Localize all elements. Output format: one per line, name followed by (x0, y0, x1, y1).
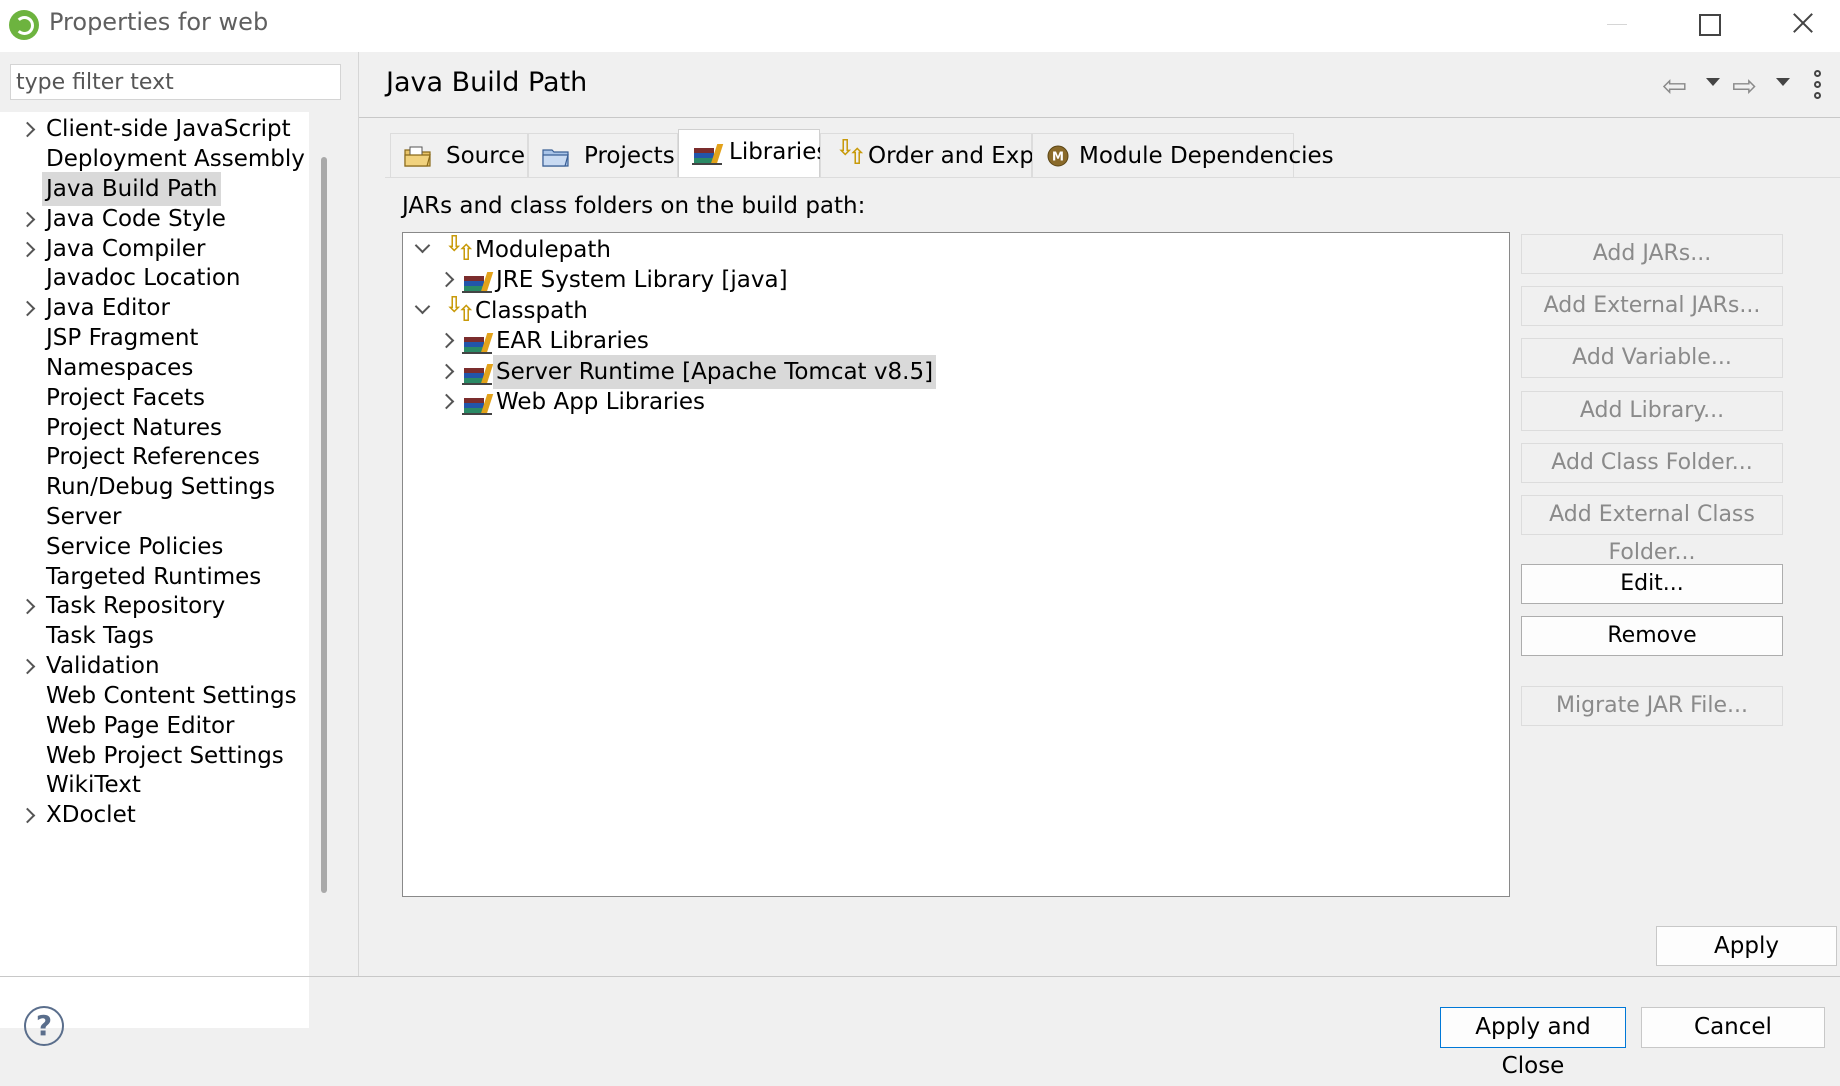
nav-item-service-policies[interactable]: Service Policies (0, 530, 300, 564)
chevron-right-icon[interactable] (19, 658, 36, 675)
view-menu-icon[interactable] (1814, 70, 1822, 100)
apply-button[interactable]: Apply (1656, 926, 1837, 966)
add-external-jars-button[interactable]: Add External JARs... (1521, 286, 1783, 326)
classpath-icon: ⇩ ⇧ (445, 293, 476, 327)
chevron-right-icon[interactable] (438, 271, 455, 288)
add-library-button[interactable]: Add Library... (1521, 391, 1783, 431)
source-folder-icon (404, 146, 431, 167)
pane-divider[interactable] (358, 52, 359, 976)
nav-item-xdoclet[interactable]: XDoclet (0, 798, 300, 832)
nav-item-project-facets[interactable]: Project Facets (0, 381, 300, 415)
page-title: Java Build Path (386, 67, 588, 98)
forward-arrow-icon[interactable]: ⇨ (1732, 72, 1757, 102)
modulepath-icon: ⇩ ⇧ (445, 232, 476, 266)
nav-item-jsp-fragment[interactable]: JSP Fragment (0, 321, 300, 355)
nav-item-deployment-assembly[interactable]: Deployment Assembly (0, 142, 305, 176)
nav-item-task-tags[interactable]: Task Tags (0, 619, 300, 653)
chevron-right-icon[interactable] (19, 211, 36, 228)
projects-folder-icon (542, 149, 569, 167)
chevron-down-icon[interactable] (414, 298, 431, 315)
nav-item-namespaces[interactable]: Namespaces (0, 351, 300, 385)
chevron-right-icon[interactable] (19, 300, 36, 317)
tab-order-and-export[interactable]: ⇩ ⇧ Order and Export (820, 133, 1067, 177)
library-icon (462, 391, 494, 415)
tab-source[interactable]: Source (390, 133, 528, 177)
chevron-right-icon[interactable] (19, 598, 36, 615)
add-jars-button[interactable]: Add JARs... (1521, 234, 1783, 274)
minimize-button[interactable] (1580, 0, 1652, 48)
library-icon (462, 269, 494, 293)
nav-item-run-debug-settings[interactable]: Run/Debug Settings (0, 470, 300, 504)
nav-item-javadoc-location[interactable]: Javadoc Location (0, 261, 300, 295)
chevron-right-icon[interactable] (438, 393, 455, 410)
back-arrow-icon[interactable]: ⇦ (1662, 72, 1687, 102)
filter-input[interactable] (10, 64, 341, 100)
cancel-button[interactable]: Cancel (1641, 1007, 1825, 1048)
property-tree: Client-side JavaScript Deployment Assemb… (0, 112, 309, 1028)
nav-item-web-page-editor[interactable]: Web Page Editor (0, 709, 300, 743)
nav-item-server[interactable]: Server (0, 500, 300, 534)
svg-text:M: M (1052, 150, 1064, 164)
library-icon (462, 361, 494, 385)
chevron-right-icon[interactable] (438, 332, 455, 349)
apply-and-close-button[interactable]: Apply and Close (1440, 1007, 1626, 1079)
add-class-folder-button[interactable]: Add Class Folder... (1521, 443, 1783, 483)
nav-item-validation[interactable]: Validation (0, 649, 300, 683)
property-page-navigator: Client-side JavaScript Deployment Assemb… (0, 52, 359, 1028)
tab-module-dependencies[interactable]: M Module Dependencies (1032, 133, 1334, 177)
nav-item-java-editor[interactable]: Java Editor (0, 291, 300, 325)
title-bar: Properties for web (0, 0, 1840, 52)
chevron-right-icon[interactable] (19, 121, 36, 138)
close-button[interactable] (1765, 0, 1837, 48)
tab-libraries[interactable]: Libraries (678, 129, 828, 177)
window-title: Properties for web (49, 8, 269, 36)
chevron-right-icon[interactable] (19, 241, 36, 258)
add-external-class-folder-button[interactable]: Add External Class Folder... (1521, 495, 1783, 565)
nav-item-java-code-style[interactable]: Java Code Style (0, 202, 300, 236)
maximize-button[interactable] (1673, 0, 1745, 48)
back-dropdown-icon[interactable] (1706, 78, 1720, 86)
forward-dropdown-icon[interactable] (1776, 78, 1790, 86)
nav-item-web-content-settings[interactable]: Web Content Settings (0, 679, 300, 713)
module-dependencies-icon: M (1047, 145, 1069, 167)
libraries-icon (692, 143, 724, 165)
libraries-caption: JARs and class folders on the build path… (402, 193, 866, 219)
migrate-jar-file-button[interactable]: Migrate JAR File... (1521, 686, 1783, 726)
build-path-tree[interactable]: ⇩ ⇧ Modulepath JRE System Library [java] … (402, 232, 1510, 897)
nav-item-wikitext[interactable]: WikiText (0, 768, 300, 802)
edit-button[interactable]: Edit... (1521, 564, 1783, 604)
nav-item-project-references[interactable]: Project References (0, 440, 300, 474)
nav-scrollbar-thumb[interactable] (321, 157, 327, 893)
help-icon[interactable]: ? (24, 1006, 64, 1046)
nav-item-java-build-path[interactable]: Java Build Path (0, 172, 300, 206)
chevron-right-icon[interactable] (438, 363, 455, 380)
nav-item-task-repository[interactable]: Task Repository (0, 589, 300, 623)
footer-divider (0, 976, 1840, 977)
chevron-down-icon[interactable] (414, 237, 431, 254)
library-icon (462, 330, 494, 354)
remove-button[interactable]: Remove (1521, 616, 1783, 656)
tab-projects[interactable]: Projects (528, 133, 678, 177)
add-variable-button[interactable]: Add Variable... (1521, 338, 1783, 378)
header-divider (359, 117, 1840, 118)
order-and-export-icon: ⇩ ⇧ (836, 136, 867, 170)
spring-leaf-icon (9, 10, 39, 40)
chevron-right-icon[interactable] (19, 807, 36, 824)
nav-item-client-side-javascript[interactable]: Client-side JavaScript (0, 112, 300, 146)
